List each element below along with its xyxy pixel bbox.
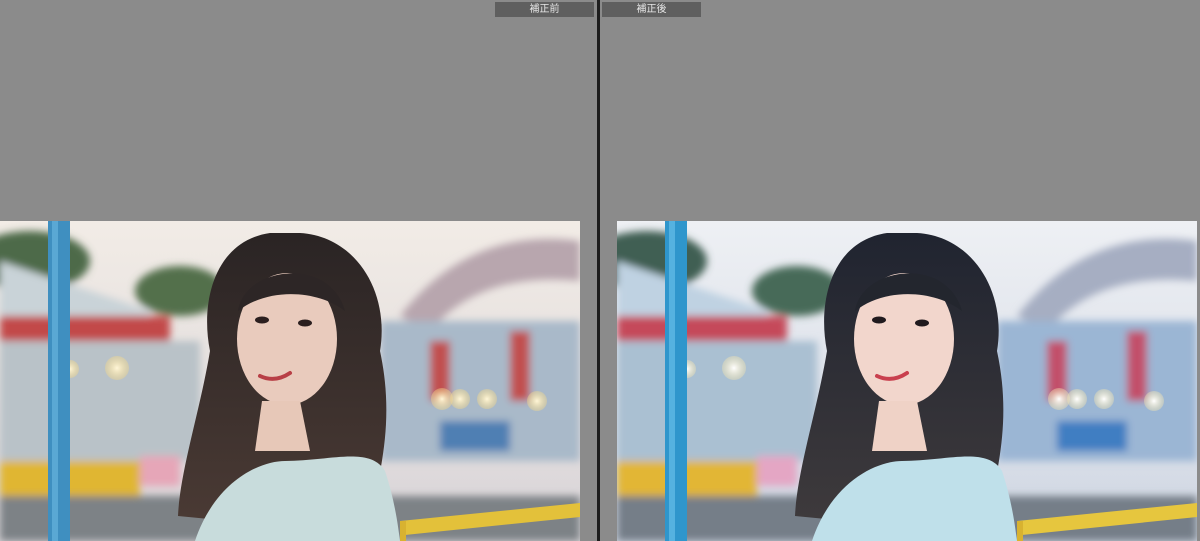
after-pane[interactable]: 補正後 xyxy=(600,0,1200,541)
before-label: 補正前 xyxy=(495,2,594,17)
before-photo-image xyxy=(0,221,580,541)
before-pane[interactable]: 補正前 xyxy=(0,0,597,541)
before-after-compare-view: 補正前 補正後 xyxy=(0,0,1200,541)
after-photo[interactable] xyxy=(617,221,1197,541)
before-photo[interactable] xyxy=(0,221,580,541)
after-label: 補正後 xyxy=(602,2,701,17)
after-photo-image xyxy=(617,221,1197,541)
